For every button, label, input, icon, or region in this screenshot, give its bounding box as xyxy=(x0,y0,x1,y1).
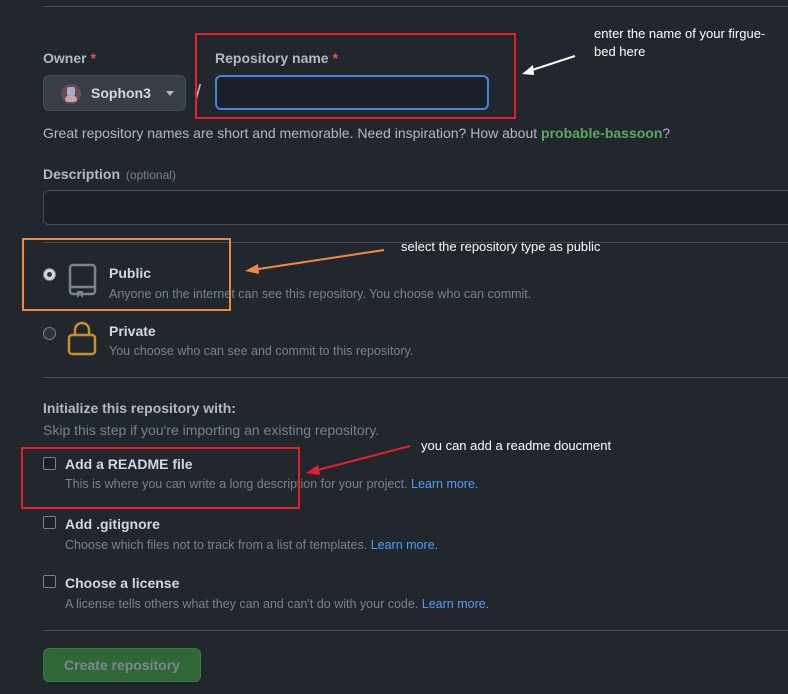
owner-label: Owner * xyxy=(43,50,97,66)
license-description: A license tells others what they can and… xyxy=(65,597,490,611)
arrow-icon xyxy=(245,249,385,274)
private-description: You choose who can see and commit to thi… xyxy=(109,344,414,358)
license-title: Choose a license xyxy=(65,575,180,591)
repo-name-annotation: enter the name of your firgue-bed here xyxy=(594,26,766,59)
readme-annotation: you can add a readme doucment xyxy=(421,438,612,453)
license-learn-more-link[interactable]: Learn more. xyxy=(422,597,489,611)
gitignore-checkbox[interactable] xyxy=(43,516,56,529)
gitignore-description: Choose which files not to track from a l… xyxy=(65,538,439,552)
lock-icon xyxy=(67,321,97,356)
public-highlight-box xyxy=(22,238,231,311)
gitignore-learn-more-link[interactable]: Learn more. xyxy=(371,538,438,552)
readme-highlight-box xyxy=(21,447,300,509)
init-divider xyxy=(43,377,788,378)
license-checkbox[interactable] xyxy=(43,575,56,588)
gitignore-title: Add .gitignore xyxy=(65,516,160,532)
caret-down-icon xyxy=(166,91,174,96)
arrow-icon xyxy=(522,55,576,75)
repo-name-highlight-box xyxy=(195,33,516,119)
arrow-icon xyxy=(306,445,411,475)
bottom-divider xyxy=(43,630,788,631)
owner-dropdown[interactable]: Sophon3 xyxy=(43,75,186,111)
description-label: Description (optional) xyxy=(43,166,176,182)
private-radio[interactable] xyxy=(43,327,56,340)
init-heading: Initialize this repository with: xyxy=(43,400,236,416)
init-subheading: Skip this step if you're importing an ex… xyxy=(43,422,380,438)
owner-name: Sophon3 xyxy=(91,85,151,101)
top-divider xyxy=(43,6,788,7)
private-title: Private xyxy=(109,323,156,339)
public-annotation: select the repository type as public xyxy=(401,239,601,254)
repo-name-hint: Great repository names are short and mem… xyxy=(43,125,671,141)
description-input[interactable] xyxy=(43,190,788,225)
avatar xyxy=(61,84,81,104)
readme-learn-more-link[interactable]: Learn more. xyxy=(411,477,478,491)
create-repository-button[interactable]: Create repository xyxy=(43,648,201,682)
name-suggestion-link[interactable]: probable-bassoon xyxy=(541,125,662,141)
